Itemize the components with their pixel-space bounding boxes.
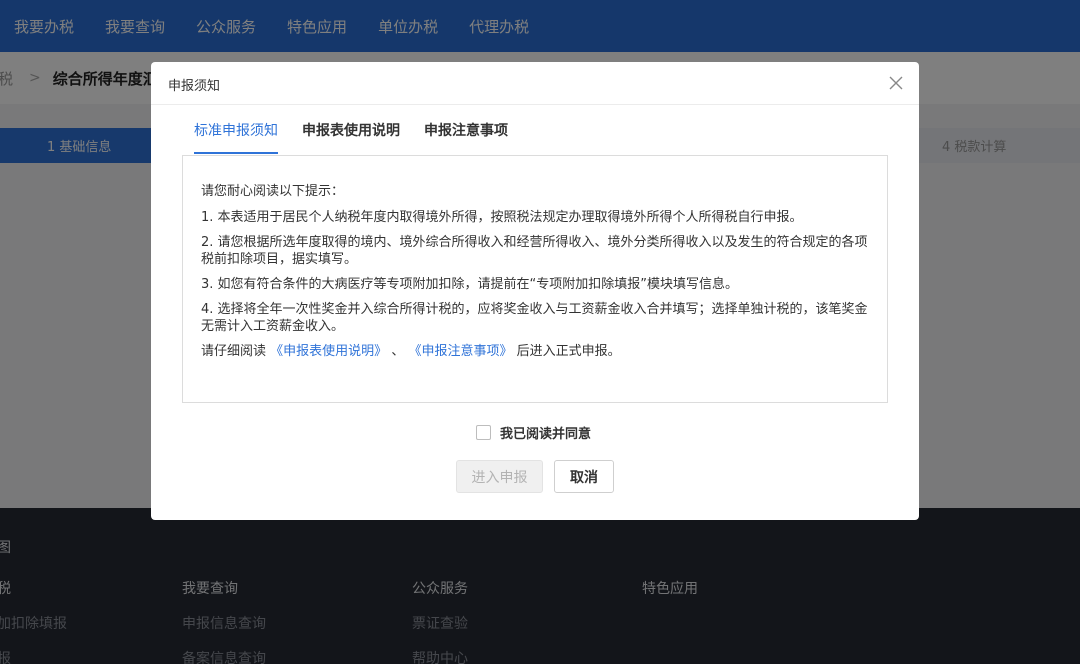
tab-declaration-notes[interactable]: 申报注意事项 <box>424 120 508 154</box>
notice-tabs: 标准申报须知 申报表使用说明 申报注意事项 <box>194 120 532 154</box>
notice-content: 请您耐心阅读以下提示： 1. 本表适用于居民个人纳税年度内取得境外所得，按照税法… <box>182 155 888 403</box>
dialog-title: 申报须知 <box>168 79 221 94</box>
close-icon[interactable] <box>887 74 905 92</box>
notice-item-2: 2. 请您根据所选年度取得的境内、境外综合所得收入和经营所得收入、境外分类所得收… <box>201 235 868 267</box>
notice-intro: 请您耐心阅读以下提示： <box>201 184 345 199</box>
notice-closing-suffix: 后进入正式申报。 <box>516 344 621 359</box>
notice-closing-prefix: 请仔细阅读 <box>201 344 267 359</box>
notice-item-1: 1. 本表适用于居民个人纳税年度内取得境外所得，按照税法规定办理取得境外所得个人… <box>201 210 803 225</box>
tab-standard-notice[interactable]: 标准申报须知 <box>194 120 278 154</box>
agree-checkbox[interactable] <box>476 424 491 440</box>
link-form-instructions[interactable]: 《申报表使用说明》 <box>270 344 387 359</box>
notice-closing-sep: 、 <box>391 344 405 359</box>
agree-row[interactable]: 我已阅读并同意 <box>476 423 591 442</box>
dialog-header: 申报须知 <box>151 62 919 105</box>
notice-item-3: 3. 如您有符合条件的大病医疗等专项附加扣除，请提前在“专项附加扣除填报”模块填… <box>201 277 739 292</box>
tab-form-instructions[interactable]: 申报表使用说明 <box>302 120 400 154</box>
notice-closing: 请仔细阅读 《申报表使用说明》 、 《申报注意事项》 后进入正式申报。 <box>201 343 869 360</box>
declaration-notice-dialog: 申报须知 标准申报须知 申报表使用说明 申报注意事项 请您耐心阅读以下提示： 1… <box>151 62 919 520</box>
cancel-button[interactable]: 取消 <box>554 460 614 493</box>
enter-declaration-button[interactable]: 进入申报 <box>456 460 543 493</box>
link-declaration-notes[interactable]: 《申报注意事项》 <box>408 344 512 359</box>
notice-item-4: 4. 选择将全年一次性奖金并入综合所得计税的，应将奖金收入与工资薪金收入合并填写… <box>201 302 868 334</box>
agree-label[interactable]: 我已阅读并同意 <box>500 423 591 442</box>
